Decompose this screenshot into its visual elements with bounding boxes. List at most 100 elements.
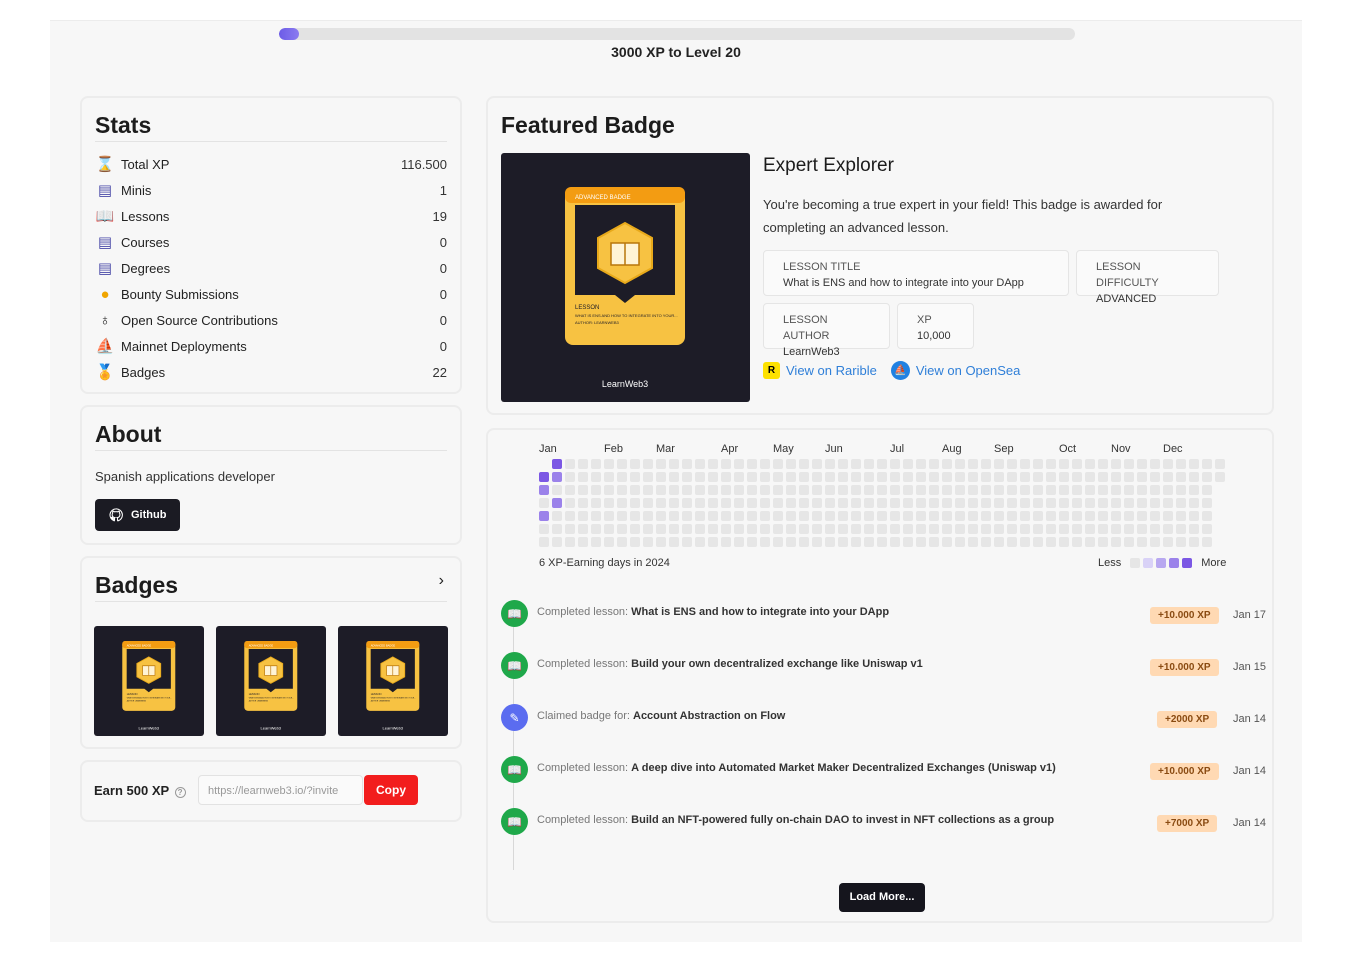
heatmap-day[interactable] xyxy=(851,524,861,534)
heatmap-day[interactable] xyxy=(916,459,926,469)
heatmap-day[interactable] xyxy=(851,459,861,469)
heatmap-day[interactable] xyxy=(955,459,965,469)
heatmap-day[interactable] xyxy=(1150,511,1160,521)
heatmap-day[interactable] xyxy=(565,459,575,469)
heatmap-day[interactable] xyxy=(708,511,718,521)
load-more-button[interactable]: Load More... xyxy=(839,883,925,912)
heatmap-day[interactable] xyxy=(1098,524,1108,534)
heatmap-day[interactable] xyxy=(786,472,796,482)
heatmap-day[interactable] xyxy=(682,472,692,482)
heatmap-day[interactable] xyxy=(708,524,718,534)
heatmap-day[interactable] xyxy=(1020,511,1030,521)
heatmap-day[interactable] xyxy=(617,472,627,482)
heatmap-day[interactable] xyxy=(695,537,705,547)
heatmap-day[interactable] xyxy=(1150,537,1160,547)
heatmap-day[interactable] xyxy=(565,498,575,508)
heatmap-day[interactable] xyxy=(630,537,640,547)
heatmap-day[interactable] xyxy=(1046,498,1056,508)
heatmap-day[interactable] xyxy=(1059,498,1069,508)
heatmap-day[interactable] xyxy=(630,498,640,508)
heatmap-day[interactable] xyxy=(1124,485,1134,495)
heatmap-day[interactable] xyxy=(942,524,952,534)
heatmap-day[interactable] xyxy=(630,459,640,469)
heatmap-day[interactable] xyxy=(1046,524,1056,534)
heatmap-day[interactable] xyxy=(903,485,913,495)
heatmap-day[interactable] xyxy=(1033,472,1043,482)
heatmap-day[interactable] xyxy=(1046,511,1056,521)
heatmap-day[interactable] xyxy=(916,524,926,534)
heatmap-day[interactable] xyxy=(916,498,926,508)
heatmap-day[interactable] xyxy=(994,537,1004,547)
heatmap-day[interactable] xyxy=(812,485,822,495)
heatmap-day[interactable] xyxy=(643,485,653,495)
heatmap-day[interactable] xyxy=(1150,485,1160,495)
heatmap-day[interactable] xyxy=(1176,498,1186,508)
heatmap-day[interactable] xyxy=(1007,537,1017,547)
heatmap-day[interactable] xyxy=(708,485,718,495)
heatmap-day[interactable] xyxy=(825,472,835,482)
event-lesson-name[interactable]: Account Abstraction on Flow xyxy=(633,710,785,722)
heatmap-day[interactable] xyxy=(1059,472,1069,482)
heatmap-day[interactable] xyxy=(760,498,770,508)
heatmap-day[interactable] xyxy=(1111,537,1121,547)
heatmap-day[interactable] xyxy=(708,537,718,547)
heatmap-day[interactable] xyxy=(682,524,692,534)
heatmap-day[interactable] xyxy=(760,537,770,547)
heatmap-day[interactable] xyxy=(643,459,653,469)
heatmap-day[interactable] xyxy=(1085,498,1095,508)
heatmap-day[interactable] xyxy=(916,472,926,482)
event-lesson-name[interactable]: What is ENS and how to integrate into yo… xyxy=(631,606,889,618)
heatmap-day[interactable] xyxy=(760,524,770,534)
heatmap-day[interactable] xyxy=(656,485,666,495)
heatmap-day[interactable] xyxy=(968,537,978,547)
heatmap-day[interactable] xyxy=(799,511,809,521)
heatmap-day[interactable] xyxy=(903,459,913,469)
heatmap-day[interactable] xyxy=(864,459,874,469)
heatmap-day[interactable] xyxy=(981,537,991,547)
heatmap-day[interactable] xyxy=(1163,511,1173,521)
heatmap-day[interactable] xyxy=(1150,524,1160,534)
heatmap-day[interactable] xyxy=(1033,511,1043,521)
github-button[interactable]: Github xyxy=(95,499,181,531)
heatmap-day[interactable] xyxy=(682,498,692,508)
heatmap-day[interactable] xyxy=(1215,459,1225,469)
heatmap-day[interactable] xyxy=(838,511,848,521)
heatmap-day[interactable] xyxy=(565,472,575,482)
heatmap-day[interactable] xyxy=(591,524,601,534)
heatmap-day[interactable] xyxy=(682,511,692,521)
heatmap-day[interactable] xyxy=(877,537,887,547)
heatmap-day[interactable] xyxy=(591,537,601,547)
heatmap-day[interactable] xyxy=(747,524,757,534)
heatmap-day[interactable] xyxy=(1007,511,1017,521)
heatmap-day[interactable] xyxy=(1124,537,1134,547)
heatmap-day[interactable] xyxy=(1124,459,1134,469)
heatmap-day[interactable] xyxy=(903,524,913,534)
heatmap-day[interactable] xyxy=(903,472,913,482)
heatmap-day[interactable] xyxy=(1215,472,1225,482)
heatmap-day[interactable] xyxy=(1176,459,1186,469)
heatmap-day[interactable] xyxy=(864,485,874,495)
heatmap-day[interactable] xyxy=(591,459,601,469)
heatmap-day[interactable] xyxy=(903,498,913,508)
heatmap-day[interactable] xyxy=(1150,459,1160,469)
heatmap-day[interactable] xyxy=(669,459,679,469)
heatmap-day[interactable] xyxy=(539,537,549,547)
heatmap-day[interactable] xyxy=(734,524,744,534)
heatmap-day[interactable] xyxy=(669,511,679,521)
heatmap-day[interactable] xyxy=(864,511,874,521)
heatmap-day[interactable] xyxy=(552,485,562,495)
heatmap-day[interactable] xyxy=(1124,511,1134,521)
heatmap-day[interactable] xyxy=(1033,485,1043,495)
heatmap-day[interactable] xyxy=(773,485,783,495)
heatmap-day[interactable] xyxy=(1085,472,1095,482)
heatmap-day[interactable] xyxy=(565,524,575,534)
heatmap-day[interactable] xyxy=(929,485,939,495)
heatmap-day[interactable] xyxy=(825,537,835,547)
heatmap-day[interactable] xyxy=(747,472,757,482)
heatmap-day[interactable] xyxy=(994,485,1004,495)
heatmap-day[interactable] xyxy=(656,472,666,482)
badges-chevron-icon[interactable]: › xyxy=(439,572,444,590)
heatmap-day[interactable] xyxy=(1111,511,1121,521)
heatmap-day[interactable] xyxy=(617,537,627,547)
heatmap-day[interactable] xyxy=(812,511,822,521)
